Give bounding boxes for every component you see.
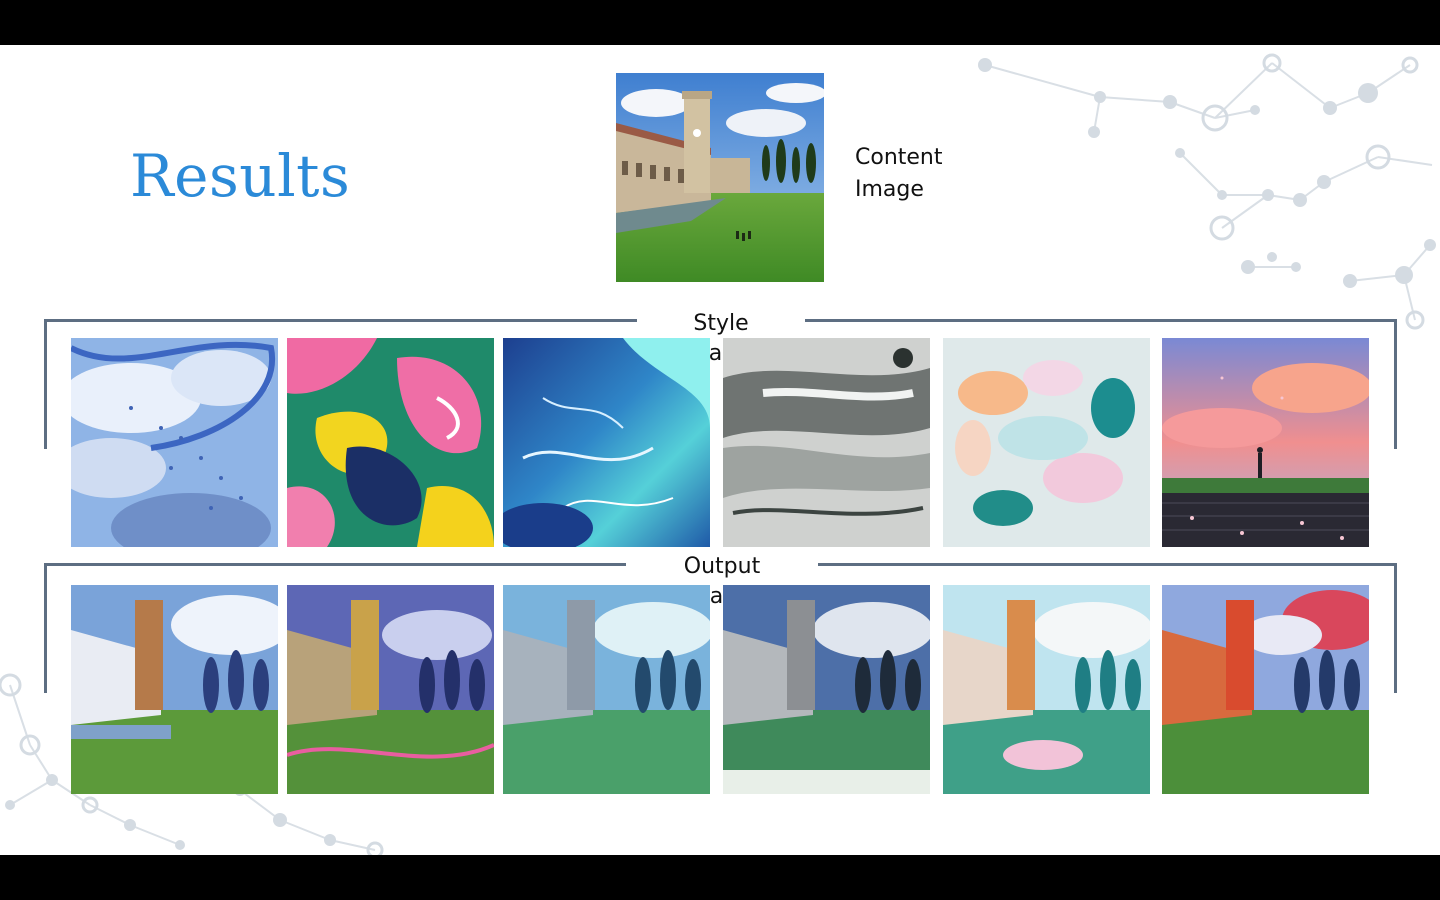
output-image-3: [503, 585, 710, 794]
campus-tower-picture: [616, 73, 826, 282]
output-image-6: [1162, 585, 1369, 794]
letterbox-bottom: [0, 855, 1440, 900]
style-image-grey-ink: [723, 338, 930, 547]
style-image-blue-fluid: [503, 338, 710, 547]
output-image-5: [943, 585, 1150, 794]
content-image: [616, 73, 826, 282]
content-image-caption: Content Image: [855, 145, 943, 202]
style-image-paint-splatter: [287, 338, 494, 547]
slide-title: Results: [130, 142, 351, 210]
output-image-4: [723, 585, 930, 794]
style-image-sky-fish: [71, 338, 278, 547]
output-image-2: [287, 585, 494, 794]
style-image-pink-sky-stairs: [1162, 338, 1369, 547]
output-image-1: [71, 585, 278, 794]
letterbox-top: [0, 0, 1440, 45]
slide: Results Content Image Style Images Outpu…: [0, 45, 1440, 855]
style-image-pastel-abstract: [943, 338, 1150, 547]
